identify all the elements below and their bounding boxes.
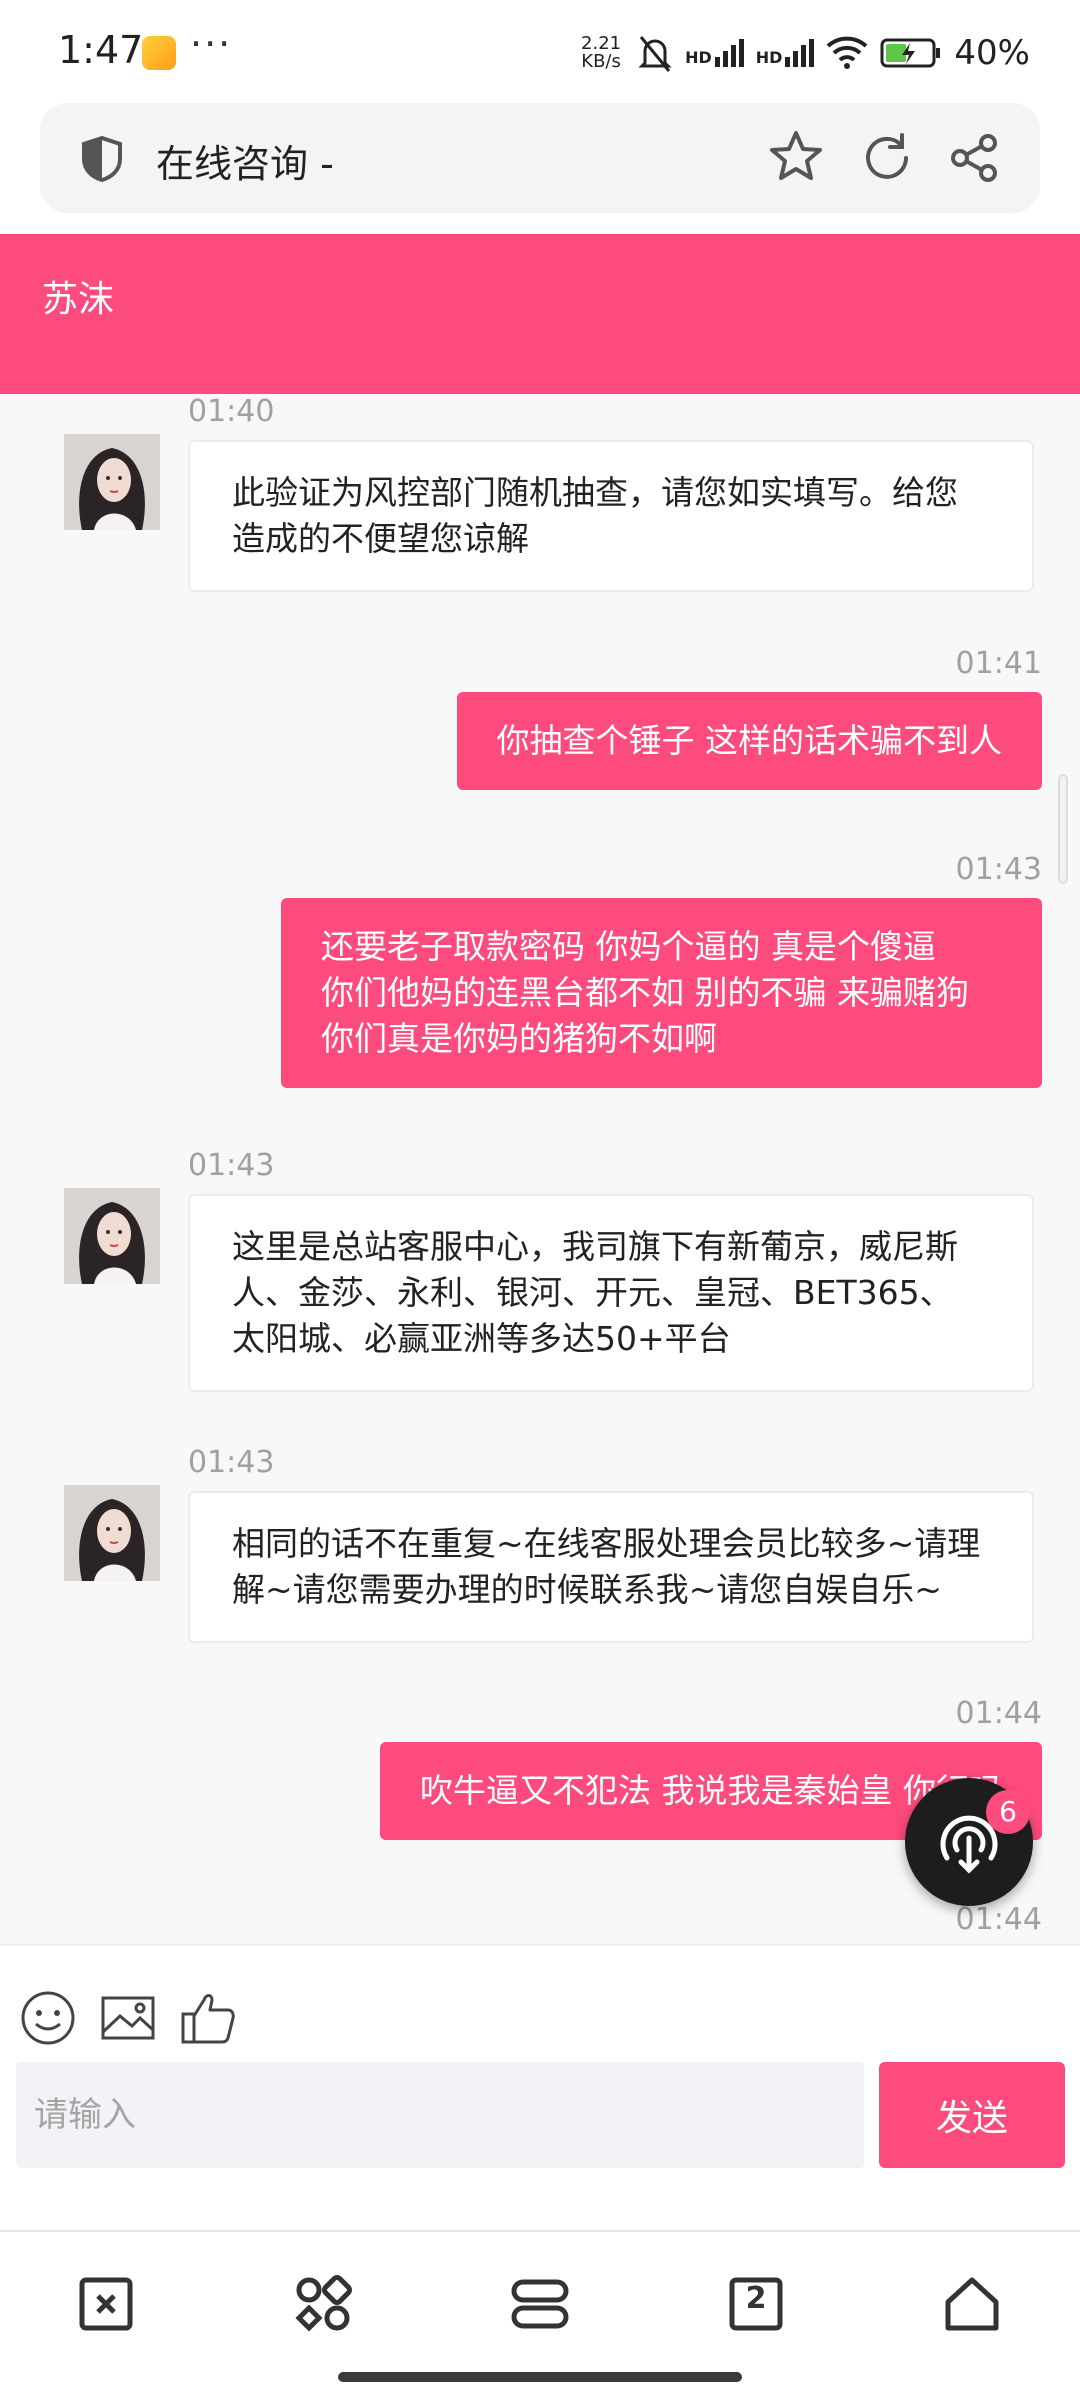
shield-icon[interactable] [80,135,124,183]
message-time: 01:44 [955,1696,1042,1731]
agent-avatar [64,434,160,530]
signal-sim2-icon: HD [756,39,815,67]
menu-button[interactable] [500,2264,580,2344]
agent-name: 苏沫 [42,279,115,320]
message-time: 01:43 [955,852,1042,887]
message-time: 01:43 [188,1148,275,1183]
home-indicator[interactable] [338,2372,742,2382]
notification-badge: 6 [986,1790,1030,1834]
avatar-image [64,1188,160,1284]
avatar-image [64,1485,160,1581]
outgoing-message: 还要老子取款密码 你妈个逼的 真是个傻逼 你们他妈的连黑台都不如 别的不骗 来骗… [281,898,1042,1088]
status-time: 1:47 [58,28,144,72]
emoji-icon[interactable] [18,1988,78,2048]
scrollbar[interactable] [1058,774,1068,884]
incoming-message: 此验证为风控部门随机抽查，请您如实填写。给您 造成的不便望您谅解 [188,440,1034,592]
star-icon[interactable] [768,129,824,185]
address-bar[interactable]: 在线咨询 - [40,103,1040,213]
incoming-message: 这里是总站客服中心，我司旗下有新葡京，威尼斯 人、金莎、永利、银河、开元、皇冠、… [188,1194,1034,1392]
image-icon[interactable] [98,1988,158,2048]
notes-app-icon [142,36,176,70]
chat-header: 苏沫 [0,234,1080,394]
message-input[interactable] [16,2062,864,2168]
thumbs-up-icon[interactable] [178,1988,238,2048]
battery-charging-icon [880,38,941,68]
close-tab-button[interactable] [66,2264,146,2344]
message-time: 01:44 [955,1902,1042,1937]
network-speed: 2.21 KB/s [581,33,622,72]
close-icon [79,2277,133,2331]
message-time: 01:40 [188,394,275,429]
input-area: 发送 [0,1944,1080,2230]
apps-icon [295,2275,352,2332]
avatar-image [64,434,160,530]
share-icon[interactable] [948,131,1002,185]
refresh-icon[interactable] [860,131,914,185]
chat-messages[interactable]: 01:40 此验证为风控部门随机抽查，请您如实填写。给您 造成的不便望您谅解 0… [0,394,1080,1944]
mute-bell-icon [638,36,672,72]
wifi-icon [827,36,868,69]
tabs-button[interactable]: 2 [716,2264,796,2344]
message-time: 01:43 [188,1445,275,1480]
status-bar: 1:47 ··· 2.21 KB/s HD HD 40% [0,0,1080,100]
agent-avatar [64,1188,160,1284]
home-button[interactable] [932,2264,1012,2344]
status-icons: 2.21 KB/s HD HD 40% [577,28,1030,78]
battery-percentage: 40% [954,33,1030,73]
page-title[interactable]: 在线咨询 - [156,133,334,188]
agent-avatar [64,1485,160,1581]
home-icon [945,2277,999,2331]
outgoing-message: 你抽查个锤子 这样的话术骗不到人 [456,692,1042,790]
incoming-message: 相同的话不在重复~在线客服处理会员比较多~请理 解~请您需要办理的时候联系我~请… [188,1491,1034,1643]
signal-sim1-icon: HD [685,39,744,67]
tabs-count: 2 [745,2281,767,2316]
more-notifications-icon: ··· [190,22,233,66]
message-time: 01:41 [955,646,1042,681]
send-button[interactable]: 发送 [879,2062,1065,2168]
menu-icon [511,2279,569,2329]
apps-button[interactable] [283,2264,363,2344]
